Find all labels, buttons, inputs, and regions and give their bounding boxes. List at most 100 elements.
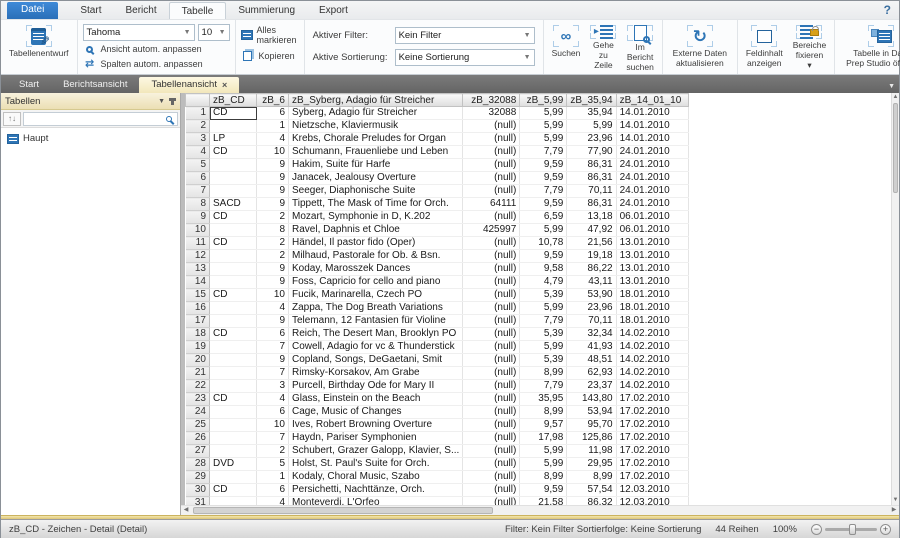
cell[interactable]: Seeger, Diaphonische Suite (289, 185, 463, 198)
row-number[interactable]: 27 (186, 445, 210, 458)
cell[interactable]: 18.01.2010 (616, 289, 688, 302)
cell[interactable]: Krebs, Chorale Preludes for Organ (289, 133, 463, 146)
cell[interactable]: 2 (257, 250, 289, 263)
cell[interactable]: 9 (257, 198, 289, 211)
cell[interactable]: 2 (257, 211, 289, 224)
cell[interactable]: 425997 (463, 224, 520, 237)
cell[interactable]: Schubert, Grazer Galopp, Klavier, S... (289, 445, 463, 458)
row-number[interactable]: 26 (186, 432, 210, 445)
search-in-report-button[interactable]: Im Bericht suchen (623, 23, 656, 71)
row-number[interactable]: 24 (186, 406, 210, 419)
column-header[interactable]: zB_CD (210, 94, 257, 107)
cell[interactable]: (null) (463, 393, 520, 406)
autofit-columns-button[interactable]: ⇄ Spalten autom. anpassen (83, 57, 230, 71)
cell[interactable]: (null) (463, 367, 520, 380)
cell[interactable] (210, 341, 257, 354)
cell[interactable]: 2 (257, 237, 289, 250)
cell[interactable]: Glass, Einstein on the Beach (289, 393, 463, 406)
cell[interactable]: Holst, St. Paul's Suite for Orch. (289, 458, 463, 471)
cell[interactable]: 47,92 (567, 224, 616, 237)
cell[interactable]: 5 (257, 458, 289, 471)
cell[interactable] (210, 354, 257, 367)
row-number[interactable]: 18 (186, 328, 210, 341)
cell[interactable]: 06.01.2010 (616, 211, 688, 224)
cell[interactable]: 57,54 (567, 484, 616, 497)
cell[interactable]: 9 (257, 185, 289, 198)
cell[interactable]: (null) (463, 328, 520, 341)
cell[interactable]: 2 (257, 445, 289, 458)
cell[interactable]: 10 (257, 146, 289, 159)
cell[interactable]: Hakim, Suite für Harfe (289, 159, 463, 172)
cell[interactable]: (null) (463, 497, 520, 506)
vertical-scrollbar[interactable]: ▲ ▼ (891, 93, 899, 505)
cell[interactable]: 8,99 (520, 406, 567, 419)
cell[interactable]: 5,99 (520, 302, 567, 315)
row-number[interactable]: 15 (186, 289, 210, 302)
cell[interactable]: 13.01.2010 (616, 276, 688, 289)
cell[interactable]: (null) (463, 250, 520, 263)
cell[interactable]: 24.01.2010 (616, 198, 688, 211)
cell[interactable] (210, 185, 257, 198)
cell[interactable]: 8,99 (520, 367, 567, 380)
cell[interactable]: 24.01.2010 (616, 146, 688, 159)
cell[interactable]: (null) (463, 484, 520, 497)
horizontal-scroll-thumb[interactable] (193, 507, 493, 514)
cell[interactable]: Cowell, Adagio for vc & Thunderstick (289, 341, 463, 354)
cell[interactable]: Händel, Il pastor fido (Oper) (289, 237, 463, 250)
cell[interactable]: 1 (257, 471, 289, 484)
row-number[interactable]: 31 (186, 497, 210, 506)
cell[interactable]: CD (210, 328, 257, 341)
cell[interactable] (210, 172, 257, 185)
cell[interactable] (210, 471, 257, 484)
column-header[interactable]: zB_5,99 (520, 94, 567, 107)
ribbon-tab-tabelle[interactable]: Tabelle (169, 2, 227, 19)
cell[interactable]: (null) (463, 276, 520, 289)
cell[interactable]: CD (210, 289, 257, 302)
cell[interactable]: Milhaud, Pastorale for Ob. & Bsn. (289, 250, 463, 263)
cell[interactable]: 13,18 (567, 211, 616, 224)
cell[interactable]: Haydn, Pariser Symphonien (289, 432, 463, 445)
cell[interactable]: 7 (257, 367, 289, 380)
cell[interactable]: 9 (257, 315, 289, 328)
cell[interactable]: Tippett, The Mask of Time for Orch. (289, 198, 463, 211)
cell[interactable]: 23,96 (567, 302, 616, 315)
cell[interactable]: 7 (257, 341, 289, 354)
cell[interactable]: CD (210, 211, 257, 224)
row-number[interactable]: 12 (186, 250, 210, 263)
cell[interactable]: Ravel, Daphnis et Chloe (289, 224, 463, 237)
cell[interactable]: 86,22 (567, 263, 616, 276)
help-icon[interactable]: ? (884, 3, 891, 17)
row-number[interactable]: 23 (186, 393, 210, 406)
row-number[interactable]: 2 (186, 120, 210, 133)
zoom-slider-track[interactable] (825, 528, 877, 531)
cell[interactable]: 9,57 (520, 419, 567, 432)
cell[interactable]: 86,31 (567, 159, 616, 172)
cell[interactable]: Janacek, Jealousy Overture (289, 172, 463, 185)
cell[interactable] (210, 302, 257, 315)
zoom-in-icon[interactable]: + (880, 524, 891, 535)
cell[interactable]: (null) (463, 263, 520, 276)
cell[interactable]: 24.01.2010 (616, 185, 688, 198)
tab-overflow-icon[interactable]: ▼ (888, 83, 895, 90)
ribbon-tab-export[interactable]: Export (307, 2, 360, 19)
cell[interactable]: 5,99 (520, 341, 567, 354)
cell[interactable]: 17.02.2010 (616, 458, 688, 471)
horizontal-scrollbar[interactable]: ◀ ▶ (181, 505, 899, 515)
cell[interactable]: Nietzsche, Klaviermusik (289, 120, 463, 133)
cell[interactable]: (null) (463, 159, 520, 172)
cell[interactable]: 7,79 (520, 146, 567, 159)
cell[interactable]: 11,98 (567, 445, 616, 458)
cell[interactable]: (null) (463, 185, 520, 198)
zoom-out-icon[interactable]: − (811, 524, 822, 535)
cell[interactable]: 8,99 (520, 471, 567, 484)
autofit-view-button[interactable]: Ansicht autom. anpassen (83, 42, 230, 56)
cell[interactable]: 6 (257, 328, 289, 341)
cell[interactable]: 23,96 (567, 133, 616, 146)
sort-toggle-button[interactable]: ↑↓ (3, 112, 21, 126)
cell[interactable] (210, 445, 257, 458)
row-number[interactable]: 17 (186, 315, 210, 328)
row-number[interactable]: 7 (186, 185, 210, 198)
cell[interactable]: 32,34 (567, 328, 616, 341)
cell[interactable]: 5,39 (520, 289, 567, 302)
cell[interactable]: 5,39 (520, 354, 567, 367)
